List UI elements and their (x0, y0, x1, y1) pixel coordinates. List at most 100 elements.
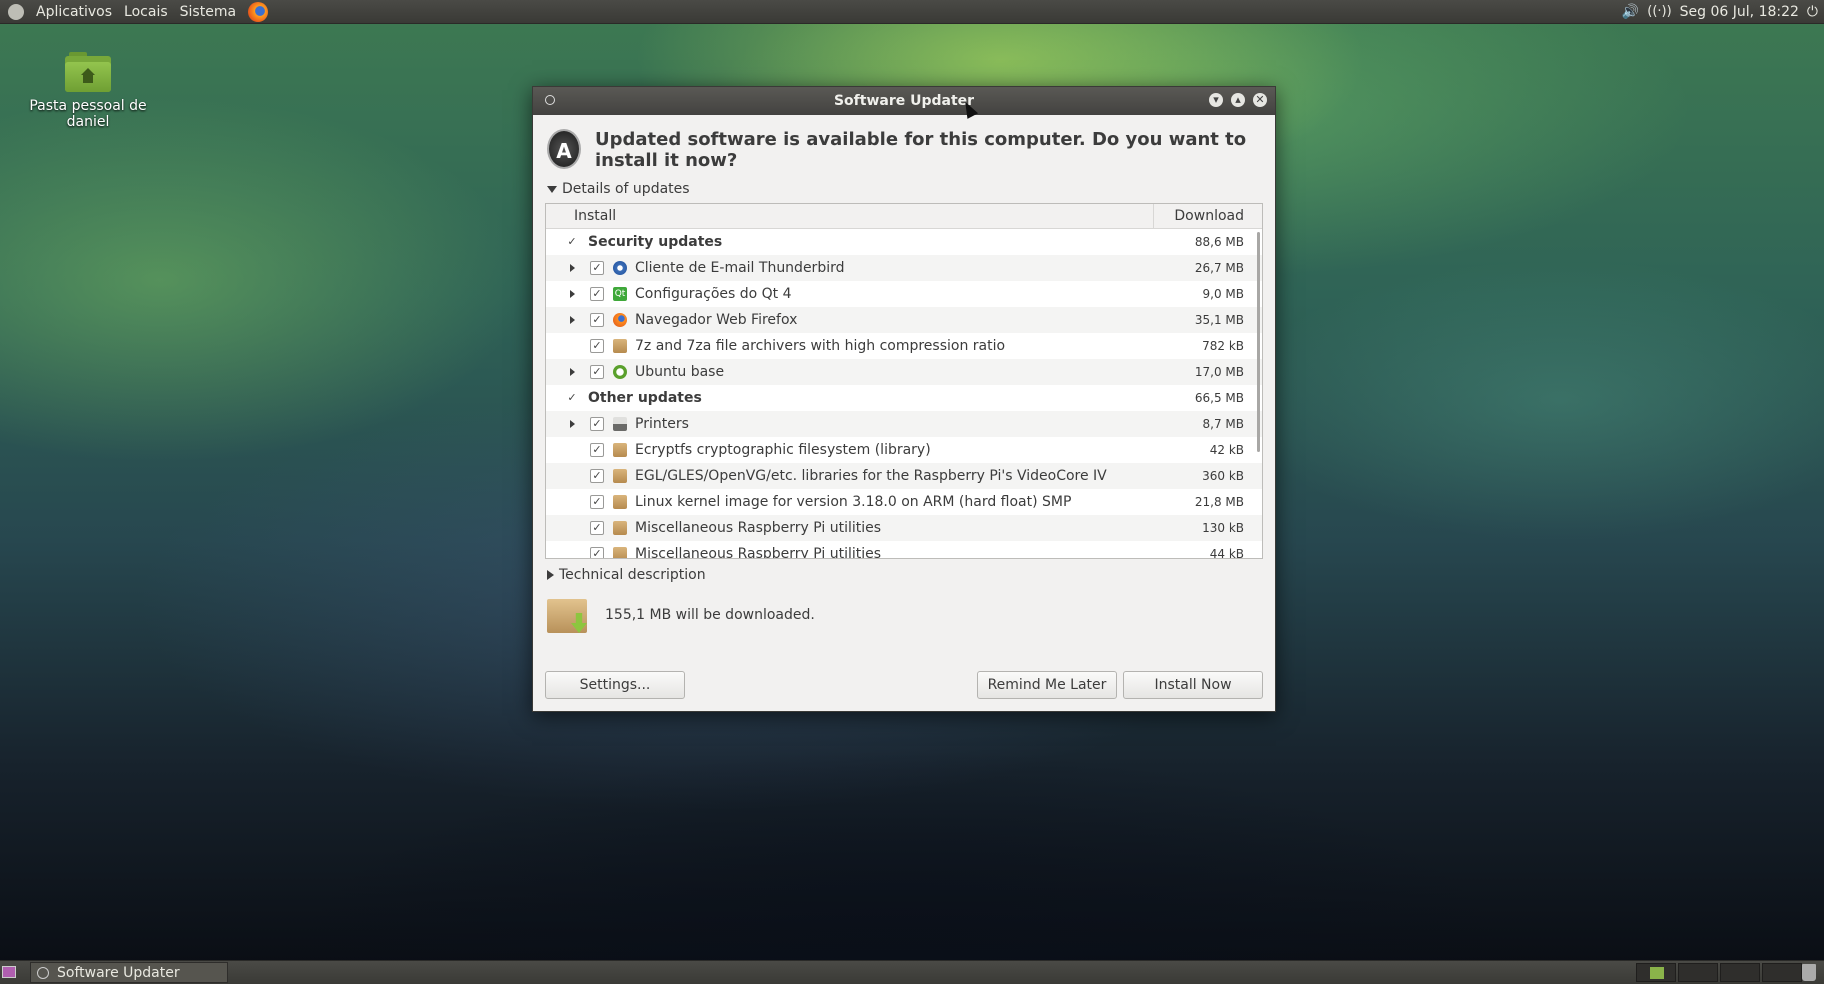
headline: Updated software is available for this c… (594, 129, 1247, 171)
update-row[interactable]: ✓ Miscellaneous Raspberry Pi utilities 44 … (546, 541, 1262, 559)
update-row[interactable]: ✓ Qt Configurações do Qt 4 9,0 MB (546, 281, 1262, 307)
technical-label: Technical description (559, 567, 706, 583)
maximize-icon[interactable]: ▴ (1231, 93, 1245, 107)
menu-applications[interactable]: Aplicativos (36, 4, 112, 20)
row-label: 7z and 7za file archivers with high comp… (635, 338, 1006, 354)
minimize-icon[interactable]: ▾ (1209, 93, 1223, 107)
download-summary: 155,1 MB will be downloaded. (605, 607, 815, 623)
row-size: 26,7 MB (1194, 261, 1244, 275)
technical-expander[interactable]: Technical description (533, 559, 1275, 583)
list-header: Install Download (546, 204, 1262, 229)
top-panel: Aplicativos Locais Sistema 🔊 ((·)) Seg 0… (0, 0, 1824, 24)
row-label: Linux kernel image for version 3.18.0 on… (635, 494, 1072, 510)
row-checkbox[interactable]: ✓ (590, 417, 604, 431)
row-checkbox[interactable]: ✓ (566, 392, 578, 404)
workspace-2[interactable] (1678, 963, 1718, 982)
window-title: Software Updater (833, 93, 975, 109)
trash-icon[interactable] (1802, 964, 1816, 981)
row-checkbox[interactable]: ✓ (590, 313, 604, 327)
update-row[interactable]: ✓ Linux kernel image for version 3.18.0 o… (546, 489, 1262, 515)
taskbar-item-software-updater[interactable]: Software Updater (30, 962, 228, 983)
row-label: Printers (635, 416, 689, 432)
details-expander[interactable]: Details of updates (533, 171, 1275, 197)
row-checkbox[interactable]: ✓ (590, 339, 604, 353)
row-label: Miscellaneous Raspberry Pi utilities (635, 546, 882, 559)
row-size: 44 kB (1209, 547, 1244, 559)
home-folder-label: Pasta pessoal de daniel (29, 98, 147, 130)
row-size: 8,7 MB (1202, 417, 1244, 431)
package-icon (613, 495, 627, 509)
update-row[interactable]: ✓ Ecryptfs cryptographic filesystem (libr… (546, 437, 1262, 463)
row-expander-icon[interactable] (570, 368, 578, 376)
install-now-button[interactable]: Install Now (1123, 671, 1263, 699)
package-icon (613, 547, 627, 558)
menu-logo-icon[interactable] (8, 3, 24, 20)
category-row[interactable]: ✓ Other updates 66,5 MB (546, 385, 1262, 411)
row-checkbox[interactable]: ✓ (590, 521, 604, 535)
row-checkbox[interactable]: ✓ (590, 495, 604, 509)
thunderbird-icon (613, 261, 627, 275)
row-label: Navegador Web Firefox (635, 312, 798, 328)
row-checkbox[interactable]: ✓ (590, 287, 604, 301)
category-row[interactable]: ✓ Security updates 88,6 MB (546, 229, 1262, 255)
firefox-launcher-icon[interactable] (248, 1, 269, 22)
workspace-3[interactable] (1720, 963, 1760, 982)
update-row[interactable]: ✓ EGL/GLES/OpenVG/etc. libraries for the … (546, 463, 1262, 489)
workspace-1[interactable] (1636, 963, 1676, 982)
row-label: Configurações do Qt 4 (635, 286, 792, 302)
qt-icon: Qt (613, 287, 627, 301)
row-checkbox[interactable]: ✓ (590, 547, 604, 558)
row-size: 21,8 MB (1194, 495, 1244, 509)
row-expander-icon[interactable] (570, 264, 578, 272)
list-scrollbar[interactable] (1257, 232, 1260, 452)
row-label: EGL/GLES/OpenVG/etc. libraries for the R… (635, 468, 1107, 484)
settings-button[interactable]: Settings... (545, 671, 685, 699)
remind-later-button[interactable]: Remind Me Later (977, 671, 1117, 699)
row-expander-icon[interactable] (570, 420, 578, 428)
row-checkbox[interactable]: ✓ (590, 469, 604, 483)
volume-icon[interactable]: 🔊 (1622, 4, 1639, 20)
column-install[interactable]: Install (546, 208, 1153, 224)
button-bar: Settings... Remind Me Later Install Now (545, 671, 1263, 699)
row-expander-icon[interactable] (570, 290, 578, 298)
show-desktop-icon[interactable] (2, 966, 16, 978)
expander-down-icon (547, 185, 557, 193)
updates-list[interactable]: Install Download ✓ Security updates 88,6 M… (545, 203, 1263, 559)
power-icon[interactable]: ⏻ (1807, 4, 1818, 20)
column-download[interactable]: Download (1153, 204, 1262, 228)
package-icon (613, 469, 627, 483)
download-package-icon (547, 595, 591, 635)
wifi-icon[interactable]: ((·)) (1647, 4, 1671, 19)
row-checkbox[interactable]: ✓ (590, 443, 604, 457)
software-updater-icon: A (547, 129, 581, 169)
update-row[interactable]: ✓ Printers 8,7 MB (546, 411, 1262, 437)
menu-places[interactable]: Locais (124, 4, 168, 20)
update-row[interactable]: ✓ Navegador Web Firefox 35,1 MB (546, 307, 1262, 333)
download-summary-row: 155,1 MB will be downloaded. (533, 583, 1275, 635)
row-label: Miscellaneous Raspberry Pi utilities (635, 520, 882, 536)
close-icon[interactable]: ✕ (1253, 93, 1267, 107)
taskbar-item-label: Software Updater (57, 964, 180, 981)
row-checkbox[interactable]: ✓ (590, 261, 604, 275)
row-expander-icon[interactable] (570, 316, 578, 324)
update-row[interactable]: ✓ 7z and 7za file archivers with high com… (546, 333, 1262, 359)
update-row[interactable]: ✓ Ubuntu base 17,0 MB (546, 359, 1262, 385)
header: A Updated software is available for this… (533, 115, 1275, 171)
ubuntu-icon (613, 365, 627, 379)
window-menu-icon[interactable] (545, 95, 555, 105)
workspace-4[interactable] (1762, 963, 1802, 982)
menu-system[interactable]: Sistema (180, 4, 236, 20)
package-icon (613, 521, 627, 535)
row-checkbox[interactable]: ✓ (590, 365, 604, 379)
row-checkbox[interactable]: ✓ (566, 236, 578, 248)
update-row[interactable]: ✓ Cliente de E-mail Thunderbird 26,7 MB (546, 255, 1262, 281)
window-titlebar[interactable]: Software Updater ▾ ▴ ✕ (533, 87, 1275, 115)
home-folder-desktop-icon[interactable]: Pasta pessoal de daniel (24, 52, 152, 130)
row-size: 360 kB (1202, 469, 1244, 483)
package-icon (613, 443, 627, 457)
details-label: Details of updates (562, 181, 690, 197)
update-row[interactable]: ✓ Miscellaneous Raspberry Pi utilities 130… (546, 515, 1262, 541)
row-label: Ecryptfs cryptographic filesystem (libra… (635, 442, 931, 458)
clock[interactable]: Seg 06 Jul, 18:22 (1680, 4, 1799, 20)
package-icon (613, 339, 627, 353)
